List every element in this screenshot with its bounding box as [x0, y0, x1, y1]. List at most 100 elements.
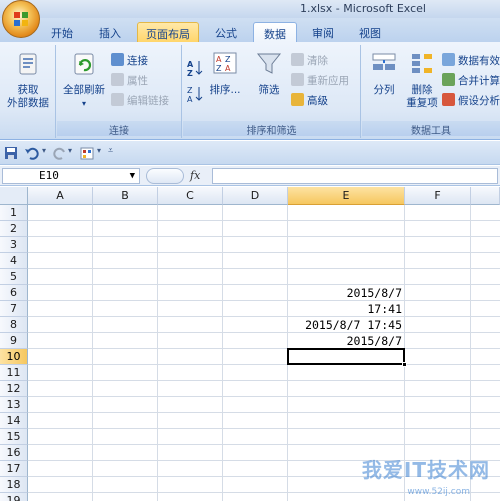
gridline-horizontal [28, 396, 500, 397]
row-header-9[interactable]: 9 [0, 333, 28, 349]
quick-access-toolbar: ▾ ▾ ▾ ⩡ [0, 141, 500, 165]
sort-shortcut-icon[interactable] [80, 146, 96, 160]
row-header-16[interactable]: 16 [0, 445, 28, 461]
data-validation-button[interactable]: 数据有效 [442, 53, 500, 69]
worksheet-grid[interactable]: A B C D E F 1 2 3 4 5 6 7 8 9 10 11 12 13 14 15 16 17 18 19 2015/… [0, 187, 500, 501]
cell-E9[interactable]: 2015/8/7 [288, 333, 405, 349]
column-header-B[interactable]: B [93, 187, 158, 205]
remove-duplicates-icon [412, 54, 432, 73]
fill-handle[interactable] [402, 362, 407, 367]
text-to-columns-button[interactable]: 分列 [366, 51, 402, 97]
funnel-icon [256, 53, 282, 74]
what-if-button[interactable]: 假设分析 [442, 93, 500, 109]
gridline-horizontal [28, 236, 500, 237]
group-label-sort-filter: 排序和筛选 [183, 121, 360, 137]
row-header-4[interactable]: 4 [0, 253, 28, 269]
formula-bar: E10 ▼ fx [0, 166, 500, 186]
gridline-vertical [222, 205, 223, 501]
sort-shortcut-dropdown-icon[interactable]: ▾ [97, 146, 101, 160]
save-icon[interactable] [4, 146, 18, 160]
clear-filter-button[interactable]: 清除 [291, 53, 328, 69]
gridline-horizontal [28, 332, 500, 333]
sort-az-button[interactable]: AZ [187, 59, 203, 78]
split-columns-icon [372, 53, 396, 70]
svg-text:A: A [216, 55, 222, 64]
column-header-C[interactable]: C [158, 187, 223, 205]
filter-button[interactable]: 筛选 [253, 51, 285, 97]
column-header-A[interactable]: A [28, 187, 93, 205]
group-data-tools: 分列 删除 重复项 数据有效 合并计算 假设分析 数据工具 [362, 45, 500, 138]
insert-function-icon[interactable]: fx [190, 169, 200, 182]
column-header-D[interactable]: D [223, 187, 288, 205]
database-icon [19, 53, 37, 75]
tab-insert[interactable]: 插入 [92, 22, 128, 42]
row-header-1[interactable]: 1 [0, 205, 28, 221]
office-button[interactable] [2, 0, 40, 38]
advanced-filter-button[interactable]: 高级 [291, 93, 328, 109]
tab-review[interactable]: 审阅 [305, 22, 341, 42]
column-header-E[interactable]: E [288, 187, 405, 205]
row-header-7[interactable]: 7 [0, 301, 28, 317]
row-header-6[interactable]: 6 [0, 285, 28, 301]
get-external-data-button[interactable]: 获取 外部数据 [2, 51, 54, 110]
gridline-horizontal [28, 220, 500, 221]
gridline-vertical [92, 205, 93, 501]
svg-text:Z: Z [225, 55, 231, 64]
gridline-horizontal [28, 380, 500, 381]
undo-dropdown-icon[interactable]: ▾ [42, 146, 46, 160]
row-header-19[interactable]: 19 [0, 493, 28, 501]
sort-button[interactable]: A Z Z A 排序... [207, 51, 243, 97]
office-logo-icon [14, 12, 28, 26]
tab-data[interactable]: 数据 [253, 22, 297, 42]
remove-duplicates-button[interactable]: 删除 重复项 [404, 51, 440, 110]
gridline-horizontal [28, 268, 500, 269]
group-label-data-tools: 数据工具 [362, 121, 500, 137]
tab-view[interactable]: 视图 [352, 22, 388, 42]
tab-formulas[interactable]: 公式 [208, 22, 244, 42]
select-all-corner[interactable] [0, 187, 28, 205]
row-header-2[interactable]: 2 [0, 221, 28, 237]
name-box[interactable]: E10 ▼ [2, 168, 140, 184]
group-get-external-data: 获取 外部数据 [0, 45, 56, 138]
active-cell-border[interactable] [287, 348, 407, 367]
reapply-button[interactable]: 重新应用 [291, 73, 349, 89]
redo-dropdown-icon[interactable]: ▾ [68, 146, 72, 160]
ribbon: 获取 外部数据 全部刷新 ▾ 连接 属性 编辑链接 连接 AZ Z A A Z … [0, 42, 500, 140]
undo-icon[interactable] [24, 146, 40, 160]
row-header-15[interactable]: 15 [0, 429, 28, 445]
customize-toolbar-icon[interactable]: ⩡ [108, 146, 113, 160]
row-header-3[interactable]: 3 [0, 237, 28, 253]
tab-page-layout[interactable]: 页面布局 [137, 22, 199, 42]
gridline-horizontal [28, 348, 500, 349]
row-header-14[interactable]: 14 [0, 413, 28, 429]
row-header-12[interactable]: 12 [0, 381, 28, 397]
sort-za-button[interactable]: ZA [187, 85, 203, 104]
refresh-all-button[interactable]: 全部刷新 ▾ [59, 51, 109, 110]
tab-home[interactable]: 开始 [44, 22, 80, 42]
cell-E8[interactable]: 2015/8/7 17:45 [288, 317, 405, 333]
connections-icon [111, 53, 124, 66]
group-connections: 全部刷新 ▾ 连接 属性 编辑链接 连接 [57, 45, 182, 138]
row-header-8[interactable]: 8 [0, 317, 28, 333]
cell-E7[interactable]: 17:41 [288, 301, 405, 317]
column-header-F[interactable]: F [405, 187, 471, 205]
reapply-icon [291, 73, 304, 86]
consolidate-button[interactable]: 合并计算 [442, 73, 500, 89]
edit-links-button[interactable]: 编辑链接 [111, 93, 169, 109]
svg-text:Z: Z [187, 69, 193, 77]
row-header-13[interactable]: 13 [0, 397, 28, 413]
cell-E6[interactable]: 2015/8/7 [288, 285, 405, 301]
properties-button[interactable]: 属性 [111, 73, 148, 89]
row-header-18[interactable]: 18 [0, 477, 28, 493]
formula-buttons [146, 168, 184, 184]
group-label-connections: 连接 [57, 121, 181, 137]
row-header-5[interactable]: 5 [0, 269, 28, 285]
redo-icon[interactable] [52, 146, 68, 160]
row-header-10[interactable]: 10 [0, 349, 28, 365]
watermark-text: 我爱IT技术网 [361, 458, 490, 482]
chevron-down-icon: ▼ [129, 171, 135, 181]
formula-input[interactable] [212, 168, 498, 184]
row-header-11[interactable]: 11 [0, 365, 28, 381]
connections-button[interactable]: 连接 [111, 53, 148, 69]
row-header-17[interactable]: 17 [0, 461, 28, 477]
